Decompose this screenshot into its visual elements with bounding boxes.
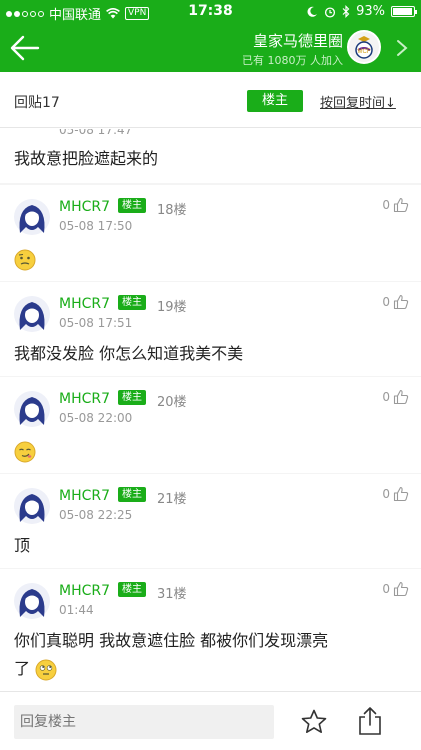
username[interactable]: MHCR7 [59, 199, 110, 215]
post-content-line: 了 [14, 655, 328, 683]
star-icon[interactable] [300, 708, 328, 736]
post-time: 05-08 22:25 [59, 508, 133, 522]
nav-bar: 皇家马德里圈 已有 1080万 人加入 MCF [0, 24, 421, 72]
smirk-emoji-icon [14, 441, 36, 462]
like-count: 0 [382, 487, 390, 501]
username[interactable]: MHCR7 [59, 296, 110, 312]
thumbs-up-icon [393, 486, 409, 502]
list-item: MHCR7 楼主 19楼 05-08 17:51 0 我都没发脸 你怎么知道我美… [0, 282, 421, 376]
list-item: 05-08 17:47 我故意把脸遮起来的 [0, 129, 421, 183]
bluetooth-icon [342, 5, 350, 18]
post-content: 你们真聪明 我故意遮住脸 都被你们发现漂亮 了 [14, 627, 328, 683]
post-content: 顶 [14, 536, 31, 555]
op-badge: 楼主 [118, 487, 146, 502]
back-arrow-icon[interactable] [8, 32, 42, 64]
like-button[interactable]: 0 [382, 294, 409, 310]
thumbs-up-icon [393, 197, 409, 213]
thinking-emoji-icon [14, 249, 36, 270]
op-only-button[interactable]: 楼主 [247, 90, 303, 112]
avatar-icon[interactable] [14, 488, 50, 524]
op-badge: 楼主 [118, 295, 146, 310]
bottom-bar [0, 691, 421, 750]
post-time: 05-08 17:47 [59, 129, 133, 137]
alarm-icon [325, 6, 336, 18]
crest-icon: MCF [355, 36, 373, 59]
post-time: 05-08 22:00 [59, 411, 133, 425]
post-content-line: 你们真聪明 我故意遮住脸 都被你们发现漂亮 [14, 631, 329, 650]
avatar-icon[interactable] [14, 391, 50, 427]
post-content [14, 245, 36, 273]
thumbs-up-icon [393, 389, 409, 405]
list-item: MHCR7 楼主 18楼 05-08 17:50 0 [0, 185, 421, 281]
filter-bar: 回贴17 楼主 按回复时间↓ [0, 72, 421, 128]
list-item: MHCR7 楼主 31楼 01:44 0 你们真聪明 我故意遮住脸 都被你们发现… [0, 569, 421, 691]
battery-icon [391, 6, 417, 17]
floor-number: 20楼 [157, 395, 187, 410]
op-badge: 楼主 [118, 198, 146, 213]
like-count: 0 [382, 390, 390, 404]
member-count: 已有 1080万 人加入 [242, 54, 343, 67]
like-button[interactable]: 0 [382, 486, 409, 502]
club-crest-icon[interactable]: MCF [347, 30, 381, 64]
list-item: MHCR7 楼主 20楼 05-08 22:00 0 [0, 377, 421, 473]
username[interactable]: MHCR7 [59, 488, 110, 504]
floor-number: 18楼 [157, 203, 187, 218]
post-content: 我都没发脸 你怎么知道我美不美 [14, 344, 244, 363]
floor-number: 19楼 [157, 300, 187, 315]
thumbs-up-icon [393, 581, 409, 597]
moon-icon [307, 6, 318, 17]
avatar-icon[interactable] [14, 199, 50, 235]
top-bar: 中国联通 VPN 17:38 93% 皇家马德里圈 已有 1080万 人加入 M… [0, 0, 421, 72]
share-icon[interactable] [356, 706, 384, 736]
reply-feed[interactable]: 05-08 17:47 我故意把脸遮起来的 MHCR7 楼主 18楼 05-08… [0, 129, 421, 691]
like-count: 0 [382, 295, 390, 309]
sort-by-time-button[interactable]: 按回复时间↓ [320, 92, 396, 111]
status-bar: 中国联通 VPN 17:38 93% [0, 0, 421, 24]
svg-text:MCF: MCF [358, 49, 371, 55]
op-badge: 楼主 [118, 582, 146, 597]
username[interactable]: MHCR7 [59, 391, 110, 407]
post-time: 01:44 [59, 603, 94, 617]
like-button[interactable]: 0 [382, 197, 409, 213]
avatar-icon[interactable] [14, 583, 50, 619]
floor-number: 21楼 [157, 492, 187, 507]
chevron-right-icon[interactable] [395, 38, 409, 58]
floor-number: 31楼 [157, 587, 187, 602]
like-count: 0 [382, 582, 390, 596]
circle-name[interactable]: 皇家马德里圈 [253, 30, 343, 51]
post-content: 我故意把脸遮起来的 [14, 149, 159, 168]
post-time: 05-08 17:51 [59, 316, 133, 330]
avatar-icon[interactable] [14, 296, 50, 332]
like-count: 0 [382, 198, 390, 212]
reply-count: 回贴17 [14, 95, 60, 111]
post-time: 05-08 17:50 [59, 219, 133, 233]
op-badge: 楼主 [118, 390, 146, 405]
reply-input[interactable] [14, 705, 274, 739]
list-item: MHCR7 楼主 21楼 05-08 22:25 0 顶 [0, 474, 421, 568]
like-button[interactable]: 0 [382, 389, 409, 405]
like-button[interactable]: 0 [382, 581, 409, 597]
rolling-eyes-emoji-icon [35, 659, 57, 680]
post-content [14, 437, 36, 465]
thumbs-up-icon [393, 294, 409, 310]
username[interactable]: MHCR7 [59, 583, 110, 599]
avatar-icon[interactable] [14, 129, 50, 133]
battery-percent: 93% [356, 4, 385, 19]
